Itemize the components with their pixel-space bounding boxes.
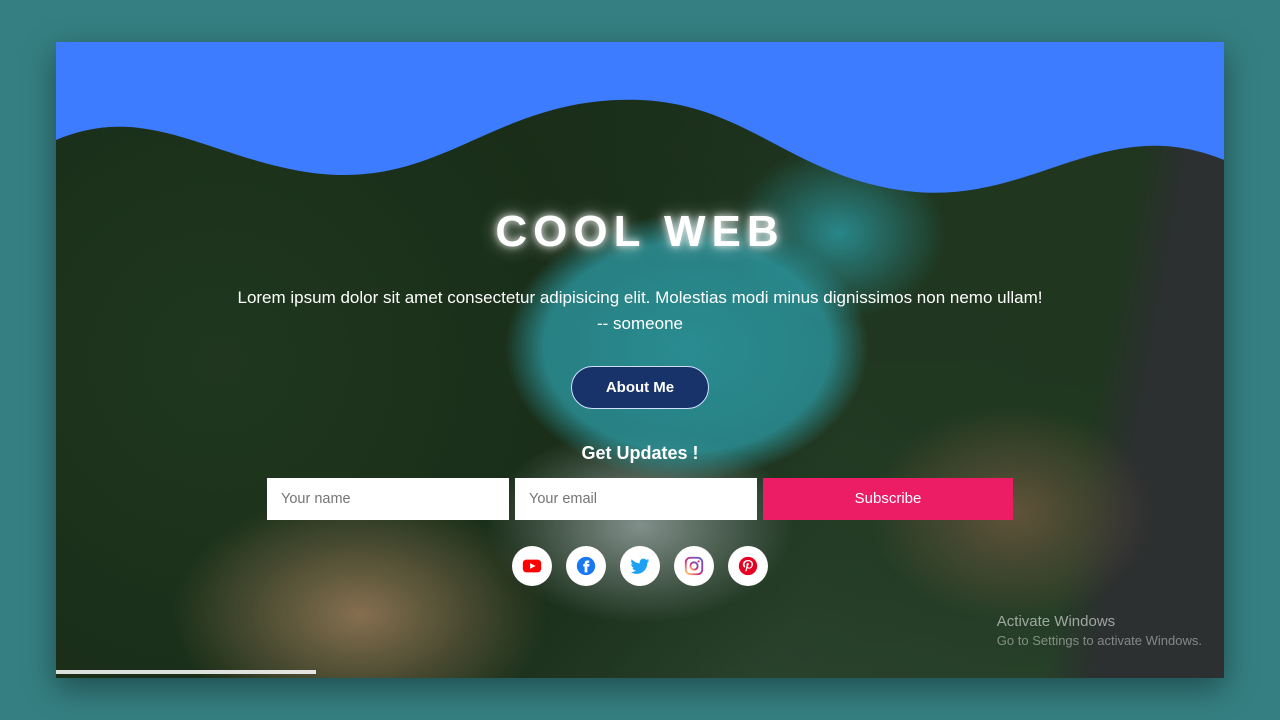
tagline: Lorem ipsum dolor sit amet consectetur a… [237, 285, 1042, 338]
page-title: COOL WEB [495, 207, 784, 257]
name-input[interactable] [267, 478, 509, 520]
tagline-line2: -- someone [597, 314, 683, 333]
tagline-line1: Lorem ipsum dolor sit amet consectetur a… [237, 288, 1042, 307]
subscribe-button[interactable]: Subscribe [763, 478, 1013, 520]
facebook-icon[interactable] [566, 546, 606, 586]
hero-content: COOL WEB Lorem ipsum dolor sit amet cons… [56, 42, 1224, 678]
about-me-button[interactable]: About Me [571, 366, 709, 409]
page-frame: COOL WEB Lorem ipsum dolor sit amet cons… [56, 42, 1224, 678]
subscribe-form: Subscribe [267, 478, 1013, 520]
updates-heading: Get Updates ! [581, 443, 698, 464]
youtube-icon[interactable] [512, 546, 552, 586]
twitter-icon[interactable] [620, 546, 660, 586]
instagram-icon[interactable] [674, 546, 714, 586]
video-progress-indicator [56, 670, 316, 674]
email-input[interactable] [515, 478, 757, 520]
social-row [512, 546, 768, 586]
pinterest-icon[interactable] [728, 546, 768, 586]
